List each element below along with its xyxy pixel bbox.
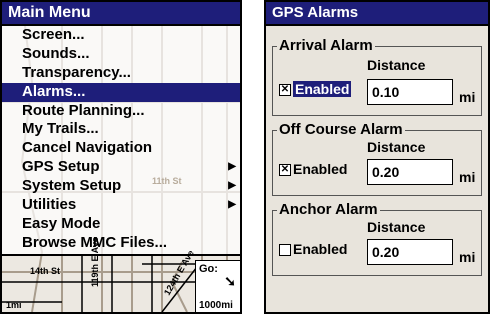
menu-item-screen[interactable]: Screen...	[2, 26, 240, 45]
arrival-alarm-group: Arrival Alarm Distance ✕ Enabled 0.10 mi	[272, 37, 482, 116]
off-course-distance-label: Distance	[367, 139, 426, 155]
off-course-alarm-title: Off Course Alarm	[277, 121, 405, 138]
off-course-alarm-group: Off Course Alarm Distance ✕ Enabled 0.20 …	[272, 121, 482, 196]
menu-item-alarms[interactable]: Alarms...	[2, 82, 240, 102]
submenu-arrow-icon: ▶	[228, 161, 236, 173]
submenu-arrow-icon: ▶	[228, 199, 236, 211]
map-label-11th-st: 11th St	[152, 176, 182, 186]
go-label: Go:	[199, 263, 218, 275]
gps-alarms-title: GPS Alarms	[266, 2, 488, 26]
anchor-distance-label: Distance	[367, 219, 426, 235]
menu-item-sounds[interactable]: Sounds...	[2, 45, 240, 64]
menu-item-label: Alarms...	[22, 82, 86, 100]
checkbox-checked-icon: ✕	[279, 164, 291, 177]
arrival-alarm-title: Arrival Alarm	[277, 37, 375, 54]
off-course-distance-field[interactable]: 0.20	[367, 159, 453, 185]
menu-item-cancel-navigation[interactable]: Cancel Navigation	[2, 139, 240, 158]
anchor-alarm-title: Anchor Alarm	[277, 201, 380, 218]
main-menu-title: Main Menu	[2, 2, 240, 26]
go-to-box: Go: ➘ 1000mi	[195, 260, 240, 312]
menu-item-my-trails[interactable]: My Trails...	[2, 120, 240, 139]
map-label-14th-st: 14th St	[30, 266, 61, 276]
menu-item-label: Transparency...	[22, 63, 131, 81]
heading-arrow-icon: ➘	[224, 273, 236, 289]
menu-item-label: GPS Setup	[22, 158, 100, 176]
checkbox-unchecked-icon	[279, 244, 291, 257]
anchor-distance-field[interactable]: 0.20	[367, 239, 453, 265]
menu-item-label: Sounds...	[22, 44, 90, 62]
menu-item-system-setup[interactable]: System Setup ▶	[2, 177, 240, 196]
menu-item-label: Route Planning...	[22, 101, 145, 119]
menu-item-label: Screen...	[22, 26, 85, 43]
menu-item-label: Utilities	[22, 196, 77, 214]
menu-item-label: Cancel Navigation	[22, 139, 153, 157]
menu-item-label: My Trails...	[22, 120, 99, 138]
off-course-enabled-checkbox[interactable]: ✕ Enabled	[279, 161, 347, 177]
main-menu: Main Menu Screen... Sounds... Transparen…	[2, 2, 240, 256]
checkbox-checked-icon: ✕	[279, 84, 291, 97]
menu-item-route-planning[interactable]: Route Planning...	[2, 102, 240, 121]
arrival-distance-field[interactable]: 0.10	[367, 79, 453, 105]
arrival-enabled-checkbox[interactable]: ✕ Enabled	[279, 81, 352, 97]
anchor-enabled-checkbox[interactable]: Enabled	[279, 241, 347, 257]
menu-item-utilities[interactable]: Utilities ▶	[2, 196, 240, 215]
submenu-arrow-icon: ▶	[228, 180, 236, 192]
menu-item-easy-mode[interactable]: Easy Mode	[2, 215, 240, 234]
gps-alarms-dialog: GPS Alarms Arrival Alarm Distance ✕ Enabl…	[264, 0, 490, 314]
menu-item-browse-mmc-files[interactable]: Browse MMC Files...	[2, 234, 240, 253]
menu-item-transparency[interactable]: Transparency...	[2, 64, 240, 83]
enabled-label: Enabled	[293, 81, 352, 97]
enabled-label: Enabled	[293, 161, 348, 177]
anchor-unit: mi	[459, 249, 476, 265]
enabled-label: Enabled	[293, 241, 348, 257]
go-distance: 1000mi	[199, 300, 233, 311]
arrival-distance-label: Distance	[367, 57, 426, 73]
menu-item-label: Easy Mode	[22, 214, 101, 232]
menu-item-gps-setup[interactable]: GPS Setup ▶	[2, 158, 240, 177]
arrival-unit: mi	[459, 89, 476, 105]
anchor-alarm-group: Anchor Alarm Distance Enabled 0.20 mi	[272, 201, 482, 276]
off-course-unit: mi	[459, 169, 476, 185]
map-label-119th-e-ave: 119th E Ave	[90, 237, 100, 287]
menu-item-label: System Setup	[22, 177, 122, 195]
map-scale: 1mi	[6, 300, 22, 310]
main-menu-screen: Main Menu Screen... Sounds... Transparen…	[0, 0, 242, 314]
